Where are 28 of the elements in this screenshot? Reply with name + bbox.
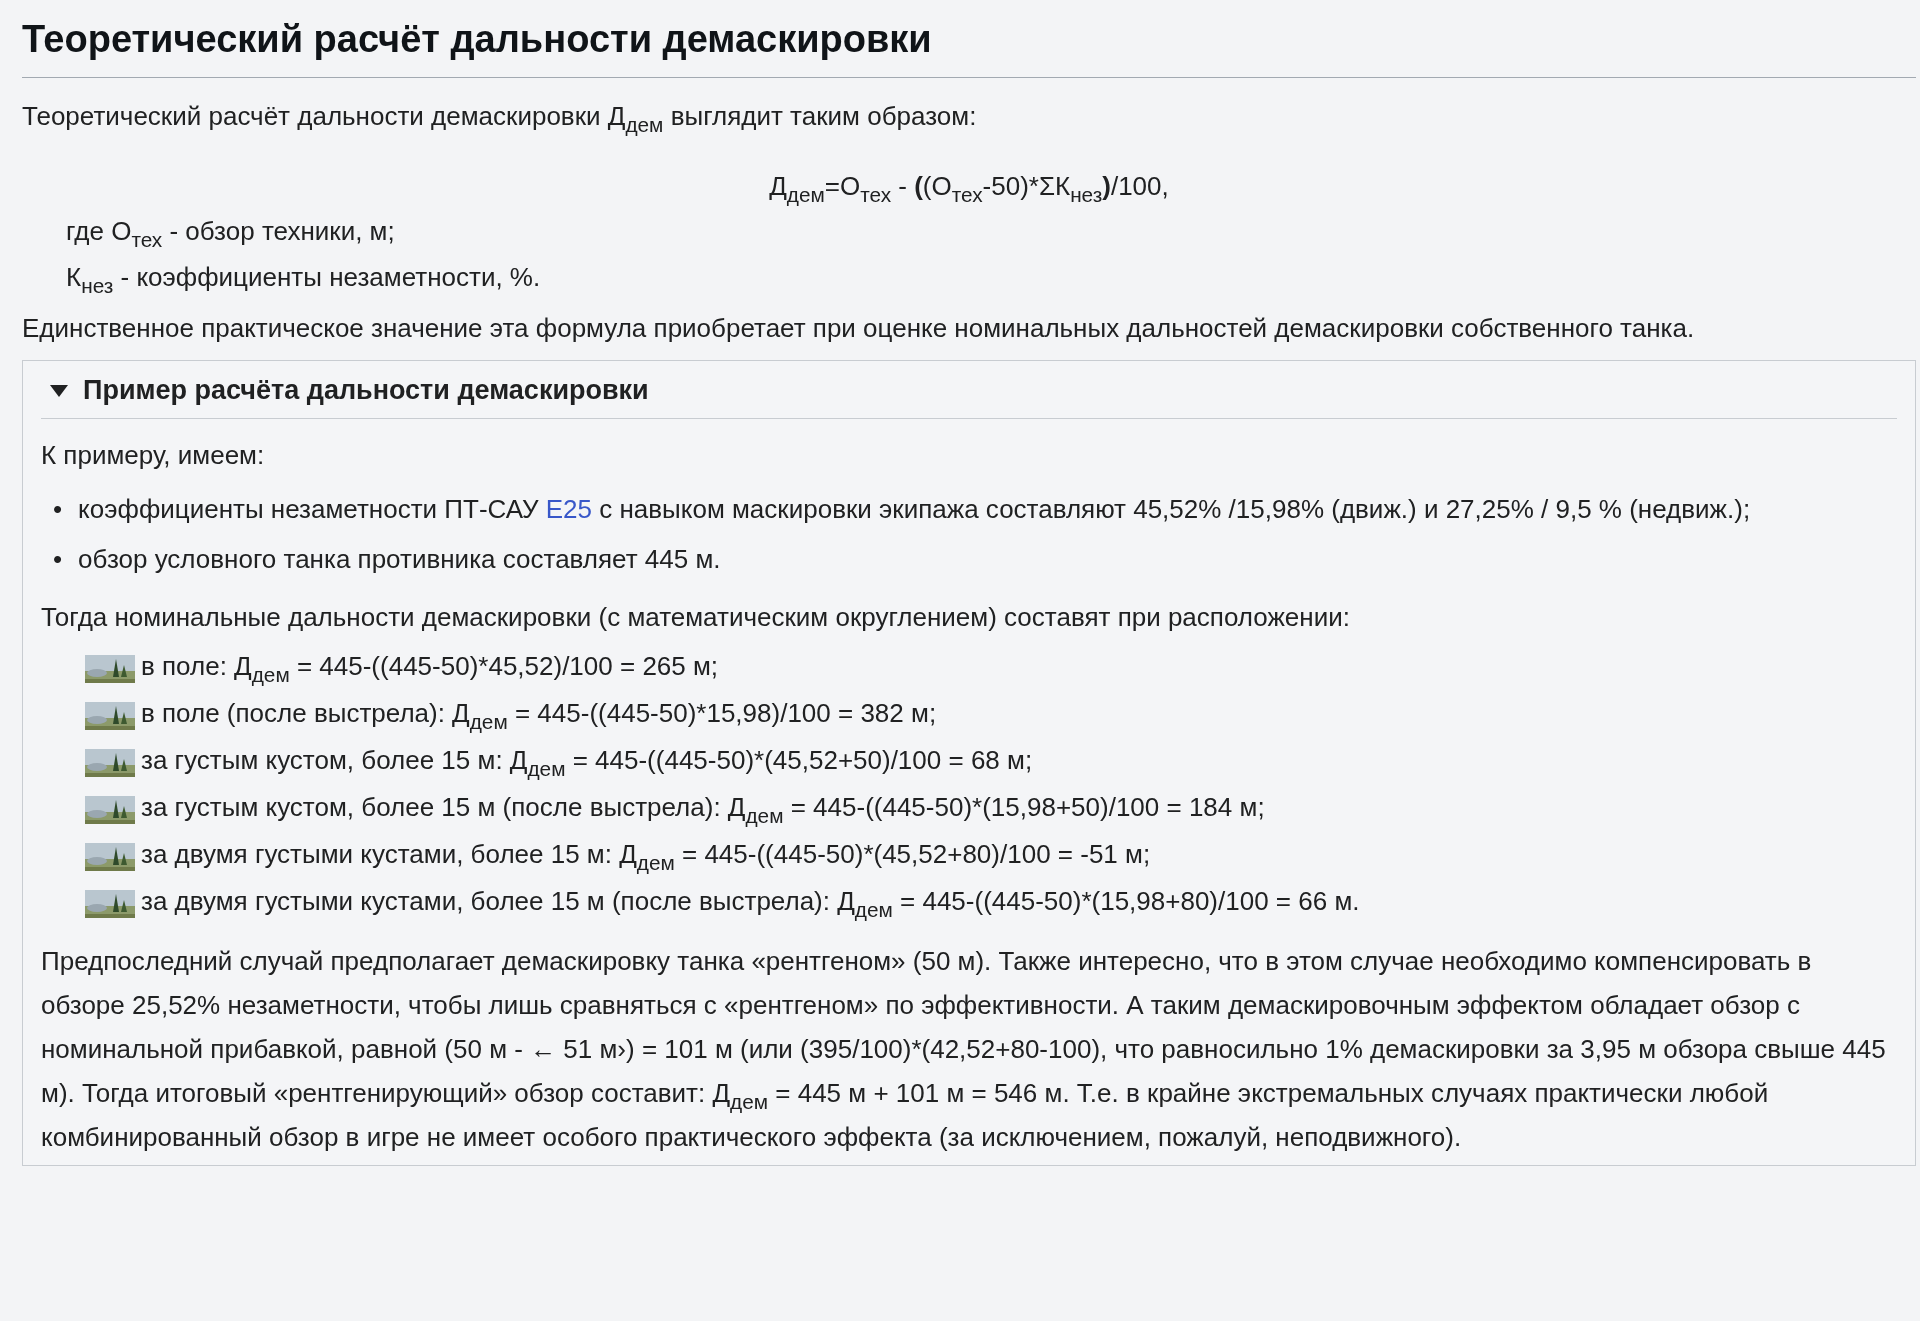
paragraph: Предпоследний случай предполагает демаскировку танка «рентгеном» (50 м). Также интересно, что в этом случае необходимо компенсировать в обзоре 25,52% незаметности, чтобы лишь сравняться с «рентгеном» по эффективности. А таким демаскировочным эффектом обладает обзор с номинальной прибавкой, равной (50 м - ← 51 м›) = 101 м (или (395/100)*(42,52+80-100), что равносильно 1% демаскировки за 3,95 м обзора свыше 445 м). Тогда итоговый «рентгенирующий» обзор составит: Д$_{дем}$ = 445 м + 101 м = 546 м. Т.е. в крайне экстремальных случаях практически любой комбинированный обзор в игре не имеет особого практического эффекта (за исключением, пожалуй, неподвижного). — [41, 945, 1887, 1154]
case-text: в поле (после выстрела): Д$_{дем}$ = 445-((445-50)*15,98)/100 = 382 м; — [141, 696, 937, 735]
definition-text: К$_{нез}$ - коэффициенты незаметности, %. — [65, 261, 542, 300]
formula: Д$_{дем}$=О$_{тех}$ - ((О$_{тех}$-50)*ΣК$_{нез}$)/100, — [768, 170, 1170, 208]
landscape-icon — [85, 654, 135, 683]
landscape-icon — [85, 795, 135, 824]
panel-title[interactable]: Пример расчёта дальности демаскировки — [83, 375, 649, 406]
case-text: в поле: Д$_{дем}$ = 445-((445-50)*45,52)/100 = 265 м; — [141, 649, 719, 688]
collapse-toggle[interactable] — [49, 383, 69, 398]
landscape-icon — [85, 842, 135, 871]
landscape-icon — [85, 889, 135, 918]
intro-text: Теоретический расчёт дальности демаскировки Д$_{дем}$ выглядит таким образом: — [22, 100, 978, 138]
case-text: за двумя густыми кустами, более 15 м (после выстрела): Д$_{дем}$ = 445-((445-50)*(15,98+80)/100 = 66 м. — [141, 884, 1360, 923]
paragraph: К примеру, имеем: — [41, 439, 266, 472]
paragraph: Тогда номинальные дальности демаскировки (с математическим округлением) составят при расположении: — [41, 601, 1351, 634]
page-heading: Теоретический расчёт дальности демаскировки — [22, 10, 1916, 78]
bullet-marker: • — [53, 543, 63, 576]
note-text: Единственное практическое значение эта формула приобретает при оценке номинальных дальностей демаскировки собственного танка. — [22, 312, 1696, 345]
case-text: за густым кустом, более 15 м (после выстрела): Д$_{дем}$ = 445-((445-50)*(15,98+50)/100 = 184 м; — [141, 790, 1265, 829]
case-text: за двумя густыми кустами, более 15 м: Д$_{дем}$ = 445-((445-50)*(45,52+80)/100 = -51 м; — [141, 837, 1151, 876]
case-text: за густым кустом, более 15 м: Д$_{дем}$ = 445-((445-50)*(45,52+50)/100 = 68 м; — [141, 743, 1033, 782]
definition-text: где О$_{тех}$ - обзор техники, м; — [65, 215, 396, 254]
bullet-item: коэффициенты незаметности ПТ-САУ E25 с навыком маскировки экипажа составляют 45,52% /15,98% (движ.) и 27,25% / 9,5 % (недвиж.); — [78, 493, 1751, 526]
bullet-item: обзор условного танка противника составляет 445 м. — [78, 543, 721, 576]
bullet-marker: • — [53, 493, 63, 526]
landscape-icon — [85, 701, 135, 730]
link[interactable]: E25 — [545, 494, 592, 524]
landscape-icon — [85, 748, 135, 777]
